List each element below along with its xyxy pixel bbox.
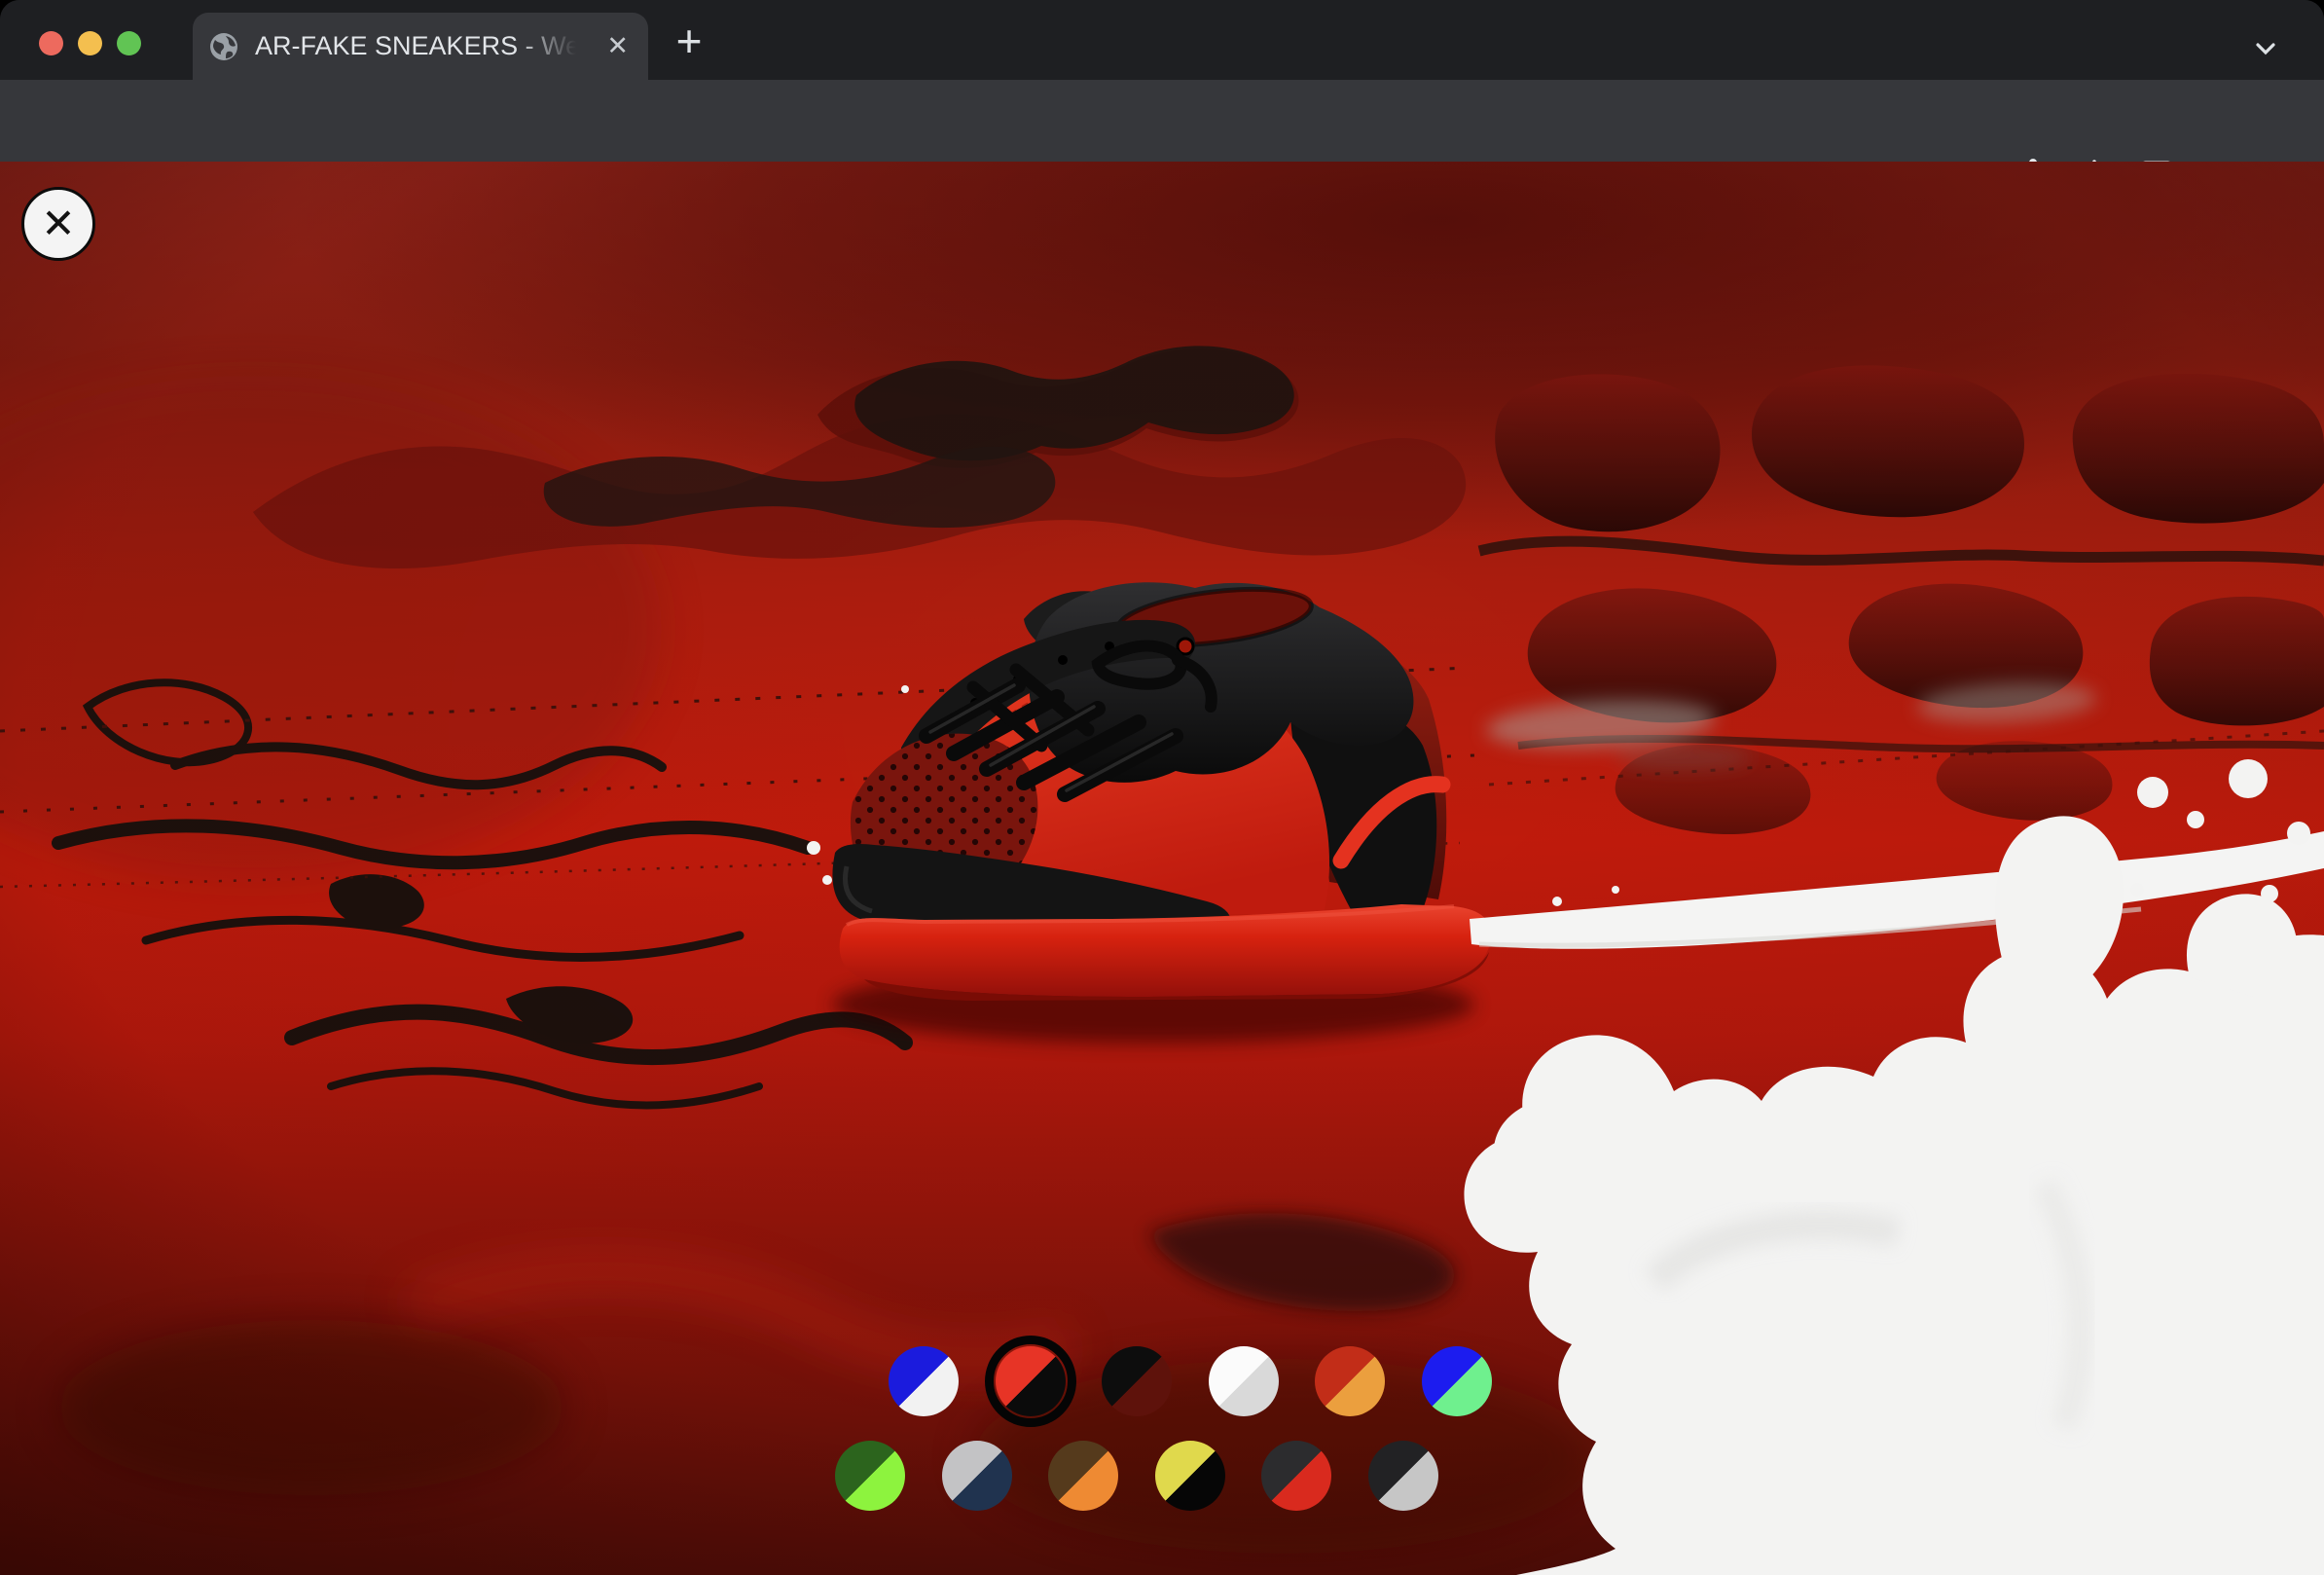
color-swatch-r2-3[interactable]	[1048, 1441, 1118, 1511]
color-swatch-r2-5[interactable]	[1261, 1441, 1331, 1511]
close-viewer-button[interactable]: ✕	[21, 187, 95, 261]
tab-search-chevron-icon[interactable]	[2246, 29, 2285, 68]
close-x-icon: ✕	[41, 203, 75, 244]
color-swatch-r2-6[interactable]	[1368, 1441, 1438, 1511]
tab-title: AR-FAKE SNEAKERS - WebXR	[255, 31, 576, 61]
browser-tab-active[interactable]: AR-FAKE SNEAKERS - WebXR ✕	[193, 13, 648, 80]
traffic-light-minimize-button[interactable]	[78, 31, 102, 55]
colorway-swatch-row-1	[889, 1346, 1492, 1416]
color-swatch-r2-1[interactable]	[835, 1441, 905, 1511]
globe-favicon-icon	[208, 31, 239, 62]
color-swatch-r1-1[interactable]	[889, 1346, 959, 1416]
browser-toolbar: http://127.0.0.1:8080/product/00 G 文	[0, 80, 2324, 162]
traffic-light-close-button[interactable]	[39, 31, 63, 55]
color-swatch-r2-4[interactable]	[1155, 1441, 1225, 1511]
color-swatch-r1-4[interactable]	[1209, 1346, 1279, 1416]
tab-strip: AR-FAKE SNEAKERS - WebXR ✕ +	[0, 0, 2324, 80]
color-swatch-r2-2[interactable]	[942, 1441, 1012, 1511]
new-tab-button[interactable]: +	[668, 21, 710, 64]
color-swatch-r1-5[interactable]	[1315, 1346, 1385, 1416]
webxr-product-viewport[interactable]: ✕	[0, 162, 2324, 1575]
color-swatch-r1-2-selected[interactable]	[996, 1346, 1066, 1416]
color-swatch-r1-6[interactable]	[1422, 1346, 1492, 1416]
traffic-light-zoom-button[interactable]	[117, 31, 141, 55]
browser-window: AR-FAKE SNEAKERS - WebXR ✕ +	[0, 0, 2324, 1575]
color-swatch-r1-3[interactable]	[1102, 1346, 1172, 1416]
tab-close-icon[interactable]: ✕	[602, 31, 633, 61]
colorway-swatch-row-2	[835, 1441, 1438, 1511]
